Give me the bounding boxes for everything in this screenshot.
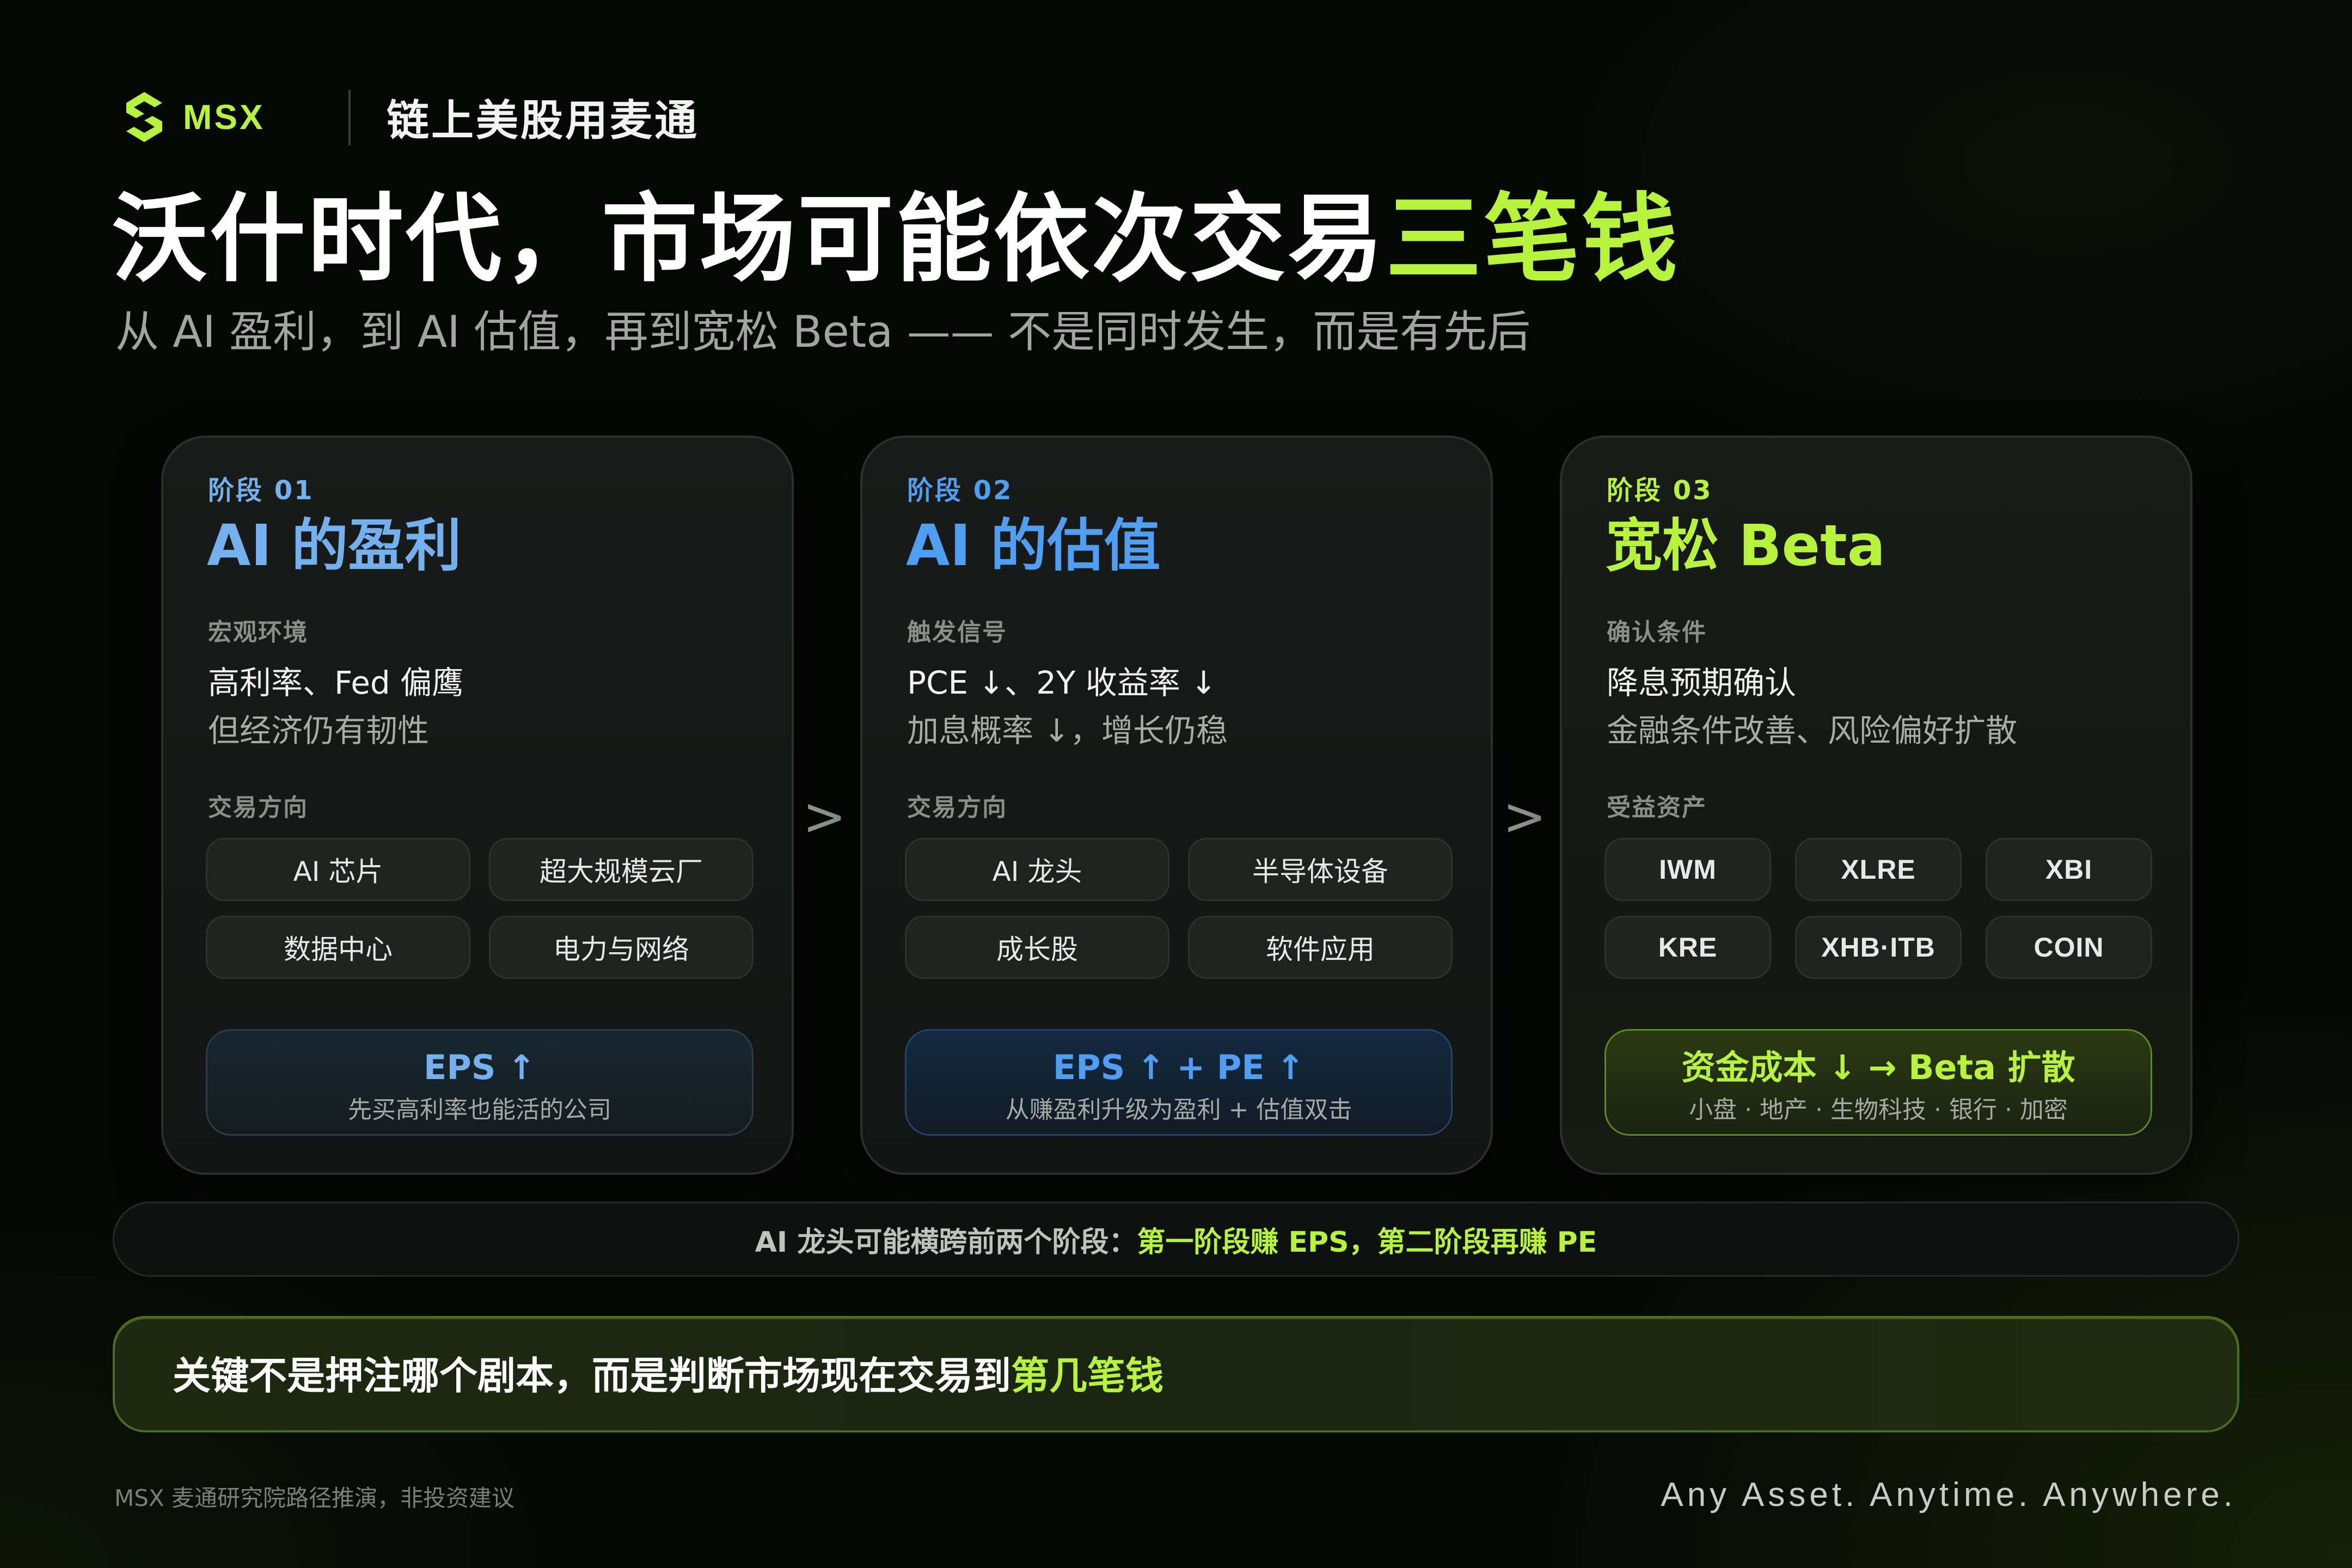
key-message: 关键不是押注哪个剧本，而是判断市场现在交易到第几笔钱 <box>173 1349 1163 1403</box>
stage-title: 宽松 Beta <box>1606 512 1885 579</box>
chip-ai-leaders: AI 龙头 <box>905 838 1169 901</box>
summary-main: EPS ↑ + PE ↑ <box>1052 1048 1305 1087</box>
tagline: 链上美股用麦通 <box>387 96 700 145</box>
condition-line-2: 加息概率 ↓，增长仍稳 <box>907 712 1228 749</box>
page-subtitle: 从 AI 盈利，到 AI 估值，再到宽松 Beta —— 不是同时发生，而是有先… <box>115 307 1531 357</box>
key-highlight: 第几笔钱 <box>1011 1353 1163 1398</box>
chevron-right-icon: > <box>803 786 847 847</box>
chip-software: 软件应用 <box>1188 916 1453 979</box>
ticker-chip-kre: KRE <box>1604 916 1771 979</box>
ticker-chip-iwm: IWM <box>1604 838 1771 901</box>
condition-line-2: 金融条件改善、风险偏好扩散 <box>1607 712 2018 749</box>
section-label-direction: 交易方向 <box>907 794 1007 822</box>
brand-divider <box>348 90 351 145</box>
chip-growth-stocks: 成长股 <box>905 916 1169 979</box>
summary-main: EPS ↑ <box>424 1048 536 1087</box>
stage-title: AI 的盈利 <box>207 512 462 579</box>
chip-data-centers: 数据中心 <box>206 916 470 979</box>
stage-label: 阶段 02 <box>907 475 1013 506</box>
ticker-chip-xbi: XBI <box>1986 838 2152 901</box>
chip-hyperscalers: 超大规模云厂 <box>489 838 754 901</box>
summary-sub: 从赚盈利升级为盈利 + 估值双击 <box>1005 1096 1352 1124</box>
section-label-confirm: 确认条件 <box>1607 618 1707 646</box>
ticker-chip-xhb-itb: XHB·ITB <box>1795 916 1962 979</box>
stage-summary: EPS ↑ + PE ↑ 从赚盈利升级为盈利 + 估值双击 <box>905 1029 1453 1136</box>
title-highlight: 三笔钱 <box>1386 183 1680 295</box>
chip-semi-equipment: 半导体设备 <box>1188 838 1453 901</box>
stage-card-2: 阶段 02 AI 的估值 触发信号 PCE ↓、2Y 收益率 ↓ 加息概率 ↓，… <box>860 436 1493 1175</box>
summary-sub: 先买高利率也能活的公司 <box>348 1096 611 1124</box>
stage-card-1: 阶段 01 AI 的盈利 宏观环境 高利率、Fed 偏鹰 但经济仍有韧性 交易方… <box>161 436 794 1175</box>
stage-card-3: 阶段 03 宽松 Beta 确认条件 降息预期确认 金融条件改善、风险偏好扩散 … <box>1560 436 2192 1175</box>
key-message-bar: 关键不是押注哪个剧本，而是判断市场现在交易到第几笔钱 <box>113 1316 2239 1432</box>
key-text: 关键不是押注哪个剧本，而是判断市场现在交易到 <box>173 1353 1011 1398</box>
stage-summary: EPS ↑ 先买高利率也能活的公司 <box>206 1029 754 1136</box>
logo-text: MSX <box>183 97 265 137</box>
note-text: AI 龙头可能横跨前两个阶段： <box>755 1226 1137 1259</box>
chip-power-network: 电力与网络 <box>489 916 754 979</box>
chevron-right-icon: > <box>1503 786 1547 847</box>
condition-line-1: 降息预期确认 <box>1607 664 1797 701</box>
footer-disclaimer: MSX 麦通研究院路径推演，非投资建议 <box>114 1485 515 1511</box>
condition-line-2: 但经济仍有韧性 <box>208 712 430 749</box>
note-bar: AI 龙头可能横跨前两个阶段： 第一阶段赚 EPS，第二阶段再赚 PE <box>113 1202 2239 1277</box>
summary-main: 资金成本 ↓ → Beta 扩散 <box>1681 1048 2075 1087</box>
footer-slogan: Any Asset. Anytime. Anywhere. <box>1661 1476 2237 1514</box>
note-highlight: 第一阶段赚 EPS，第二阶段再赚 PE <box>1137 1226 1597 1259</box>
condition-line-1: 高利率、Fed 偏鹰 <box>208 664 464 701</box>
title-main: 沃什时代，市场可能依次交易 <box>112 183 1386 295</box>
page-title: 沃什时代，市场可能依次交易三笔钱 <box>112 180 1680 299</box>
chip-ai-chips: AI 芯片 <box>206 838 470 901</box>
msx-logo-icon <box>126 92 162 142</box>
stage-label: 阶段 01 <box>208 475 314 506</box>
condition-line-1: PCE ↓、2Y 收益率 ↓ <box>907 664 1217 701</box>
summary-sub: 小盘 · 地产 · 生物科技 · 银行 · 加密 <box>1689 1096 2068 1124</box>
section-label-direction: 交易方向 <box>208 794 308 822</box>
ticker-chip-xlre: XLRE <box>1795 838 1962 901</box>
section-label-assets: 受益资产 <box>1607 794 1707 822</box>
stage-title: AI 的估值 <box>906 512 1161 579</box>
stage-summary: 资金成本 ↓ → Beta 扩散 小盘 · 地产 · 生物科技 · 银行 · 加… <box>1604 1029 2152 1136</box>
brand-logo: MSX <box>120 87 265 147</box>
stage-label: 阶段 03 <box>1607 475 1713 506</box>
ticker-chip-coin: COIN <box>1986 916 2152 979</box>
section-label-macro: 宏观环境 <box>208 618 308 646</box>
section-label-trigger: 触发信号 <box>907 618 1007 646</box>
